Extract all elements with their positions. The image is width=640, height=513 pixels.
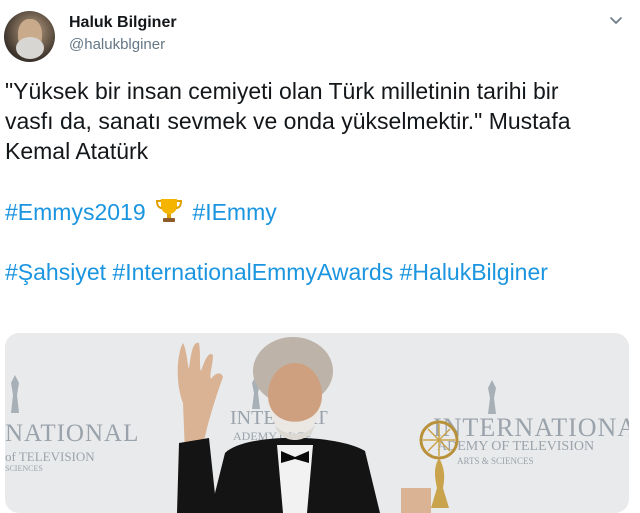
hashtag-link[interactable]: #IEmmy [192, 199, 276, 225]
tweet-text: "Yüksek bir insan cemiyeti olan Türk mil… [5, 76, 633, 287]
emmy-statue-logo-right [488, 380, 496, 414]
hashtag-link[interactable]: #HalukBilginer [400, 259, 548, 285]
quote-line-2: vasfı da, sanatı sevmek ve onda yükselme… [5, 108, 571, 134]
emmy-statuette [401, 420, 459, 513]
quote-line-3: Kemal Atatürk [5, 138, 149, 164]
user-name[interactable]: Haluk Bilginer [69, 14, 177, 32]
user-handle[interactable]: @halukblginer [69, 36, 165, 53]
tweet-photo[interactable]: NATIONAL of TELEVISION SCIENCES INTERNAT… [5, 333, 629, 513]
backdrop-text: SCIENCES [5, 464, 43, 473]
hashtag-link[interactable]: #Emmys2019 [5, 199, 146, 225]
award-winner-figure [177, 337, 380, 513]
trophy-icon [156, 199, 183, 222]
backdrop-text: of TELEVISION [5, 449, 95, 464]
hashtag-link[interactable]: #Şahsiyet [5, 259, 106, 285]
avatar[interactable] [4, 11, 55, 62]
hashtag-row-2: #Şahsiyet #InternationalEmmyAwards #Halu… [5, 257, 633, 287]
hashtag-row-1: #Emmys2019 #IEmmy [5, 196, 633, 227]
backdrop-text: NATIONAL [5, 420, 140, 447]
emmy-statue-logo-left [11, 375, 19, 413]
quote-line-1: "Yüksek bir insan cemiyeti olan Türk mil… [5, 78, 559, 104]
backdrop-text: ARTS & SCIENCES [457, 456, 534, 466]
hashtag-link[interactable]: #InternationalEmmyAwards [112, 259, 393, 285]
chevron-down-icon[interactable] [608, 12, 624, 28]
